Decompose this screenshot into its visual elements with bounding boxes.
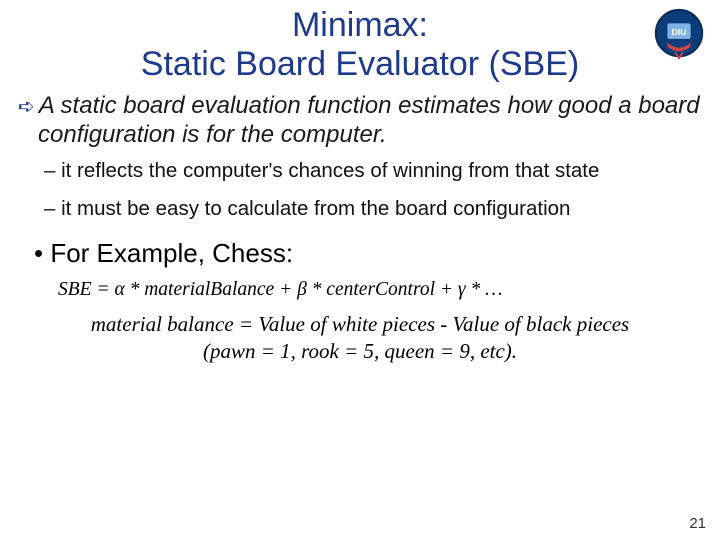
university-logo: DIU (650, 6, 708, 64)
bullet-arrow-icon: ➪ (18, 96, 35, 118)
title-line-2: Static Board Evaluator (SBE) (141, 45, 579, 83)
lead-paragraph: ➪A static board evaluation function esti… (18, 92, 702, 149)
logo-text: DIU (672, 27, 687, 37)
material-line-1: material balance = Value of white pieces… (91, 312, 629, 336)
slide-content: ➪A static board evaluation function esti… (0, 84, 720, 365)
example-heading: • For Example, Chess: (18, 238, 702, 269)
sbe-formula: SBE = α * materialBalance + β * centerCo… (18, 279, 702, 301)
sub-point-1: – it reflects the computer's chances of … (18, 159, 702, 184)
material-balance-definition: material balance = Value of white pieces… (18, 311, 702, 366)
title-line-1: Minimax: (292, 6, 428, 44)
sub-point-2: – it must be easy to calculate from the … (18, 197, 702, 222)
lead-text: A static board evaluation function estim… (38, 92, 700, 147)
material-line-2: (pawn = 1, rook = 5, queen = 9, etc). (203, 339, 517, 363)
page-number: 21 (689, 515, 706, 532)
slide-title: Minimax: Static Board Evaluator (SBE) (0, 0, 720, 84)
